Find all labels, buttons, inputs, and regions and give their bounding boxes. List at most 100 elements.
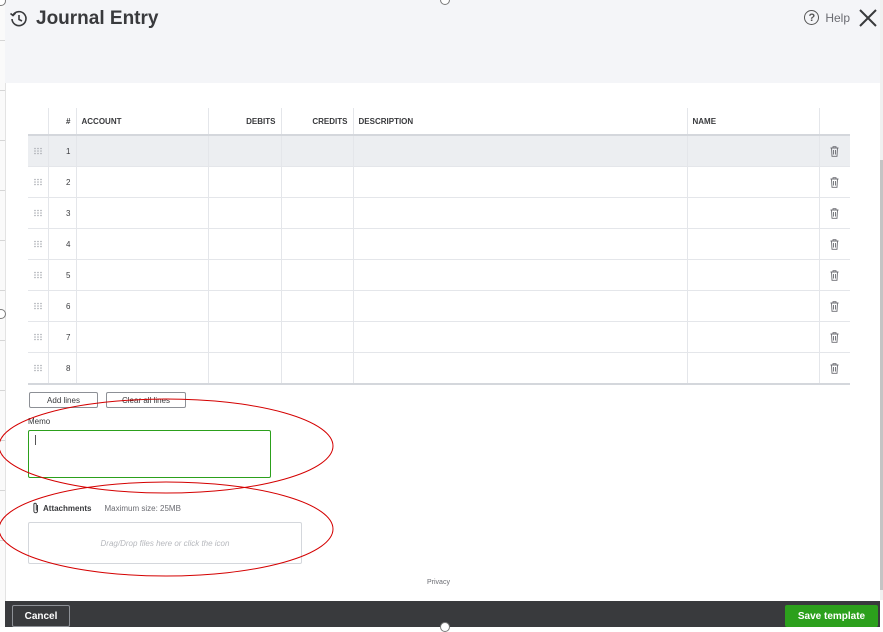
description-cell[interactable] [352, 259, 687, 291]
debits-cell[interactable] [207, 290, 281, 322]
attachments-max-size: Maximum size: 25MB [104, 503, 181, 513]
name-cell[interactable] [686, 321, 819, 353]
table-row[interactable]: 8 [28, 352, 850, 385]
drag-handle-icon[interactable] [33, 178, 43, 186]
memo-input[interactable] [28, 430, 271, 478]
debits-cell[interactable] [207, 321, 281, 353]
paperclip-icon[interactable] [32, 502, 40, 514]
debits-cell[interactable] [207, 352, 281, 385]
drag-handle-cell[interactable] [28, 197, 48, 229]
table-row[interactable]: 4 [28, 228, 850, 260]
save-template-button[interactable]: Save template [785, 605, 878, 627]
column-header-number: # [47, 108, 76, 136]
delete-cell[interactable] [818, 135, 850, 167]
delete-cell[interactable] [818, 321, 850, 353]
delete-cell[interactable] [818, 290, 850, 322]
delete-cell[interactable] [818, 197, 850, 229]
drag-handle-cell[interactable] [28, 135, 48, 167]
trash-icon[interactable] [830, 176, 839, 188]
trash-icon[interactable] [830, 269, 839, 281]
trash-icon[interactable] [830, 145, 839, 157]
delete-cell[interactable] [818, 166, 850, 198]
credits-cell[interactable] [280, 290, 353, 322]
credits-cell[interactable] [280, 321, 353, 353]
credits-cell[interactable] [280, 352, 353, 385]
drag-handle-icon[interactable] [33, 302, 43, 310]
history-clock-icon [10, 10, 27, 27]
help-button[interactable]: ? Help [804, 10, 850, 25]
trash-icon[interactable] [830, 300, 839, 312]
table-row[interactable]: 1 [28, 135, 850, 167]
credits-cell[interactable] [280, 166, 353, 198]
drag-handle-cell[interactable] [28, 290, 48, 322]
drag-handle-cell[interactable] [28, 228, 48, 260]
credits-cell[interactable] [280, 197, 353, 229]
description-cell[interactable] [352, 321, 687, 353]
column-header-name: NAME [686, 108, 819, 136]
drag-handle-icon[interactable] [33, 271, 43, 279]
delete-cell[interactable] [818, 228, 850, 260]
account-cell[interactable] [75, 135, 208, 167]
description-cell[interactable] [352, 166, 687, 198]
account-cell[interactable] [75, 197, 208, 229]
name-cell[interactable] [686, 135, 819, 167]
credits-cell[interactable] [280, 135, 353, 167]
name-cell[interactable] [686, 259, 819, 291]
attachments-dropzone[interactable]: Drag/Drop files here or click the icon [28, 522, 302, 564]
table-row[interactable]: 7 [28, 321, 850, 353]
table-row[interactable]: 5 [28, 259, 850, 291]
debits-cell[interactable] [207, 135, 281, 167]
credits-cell[interactable] [280, 228, 353, 260]
drag-handle-cell[interactable] [28, 166, 48, 198]
clear-all-lines-button[interactable]: Clear all lines [106, 392, 186, 408]
description-cell[interactable] [352, 290, 687, 322]
debits-cell[interactable] [207, 197, 281, 229]
debits-cell[interactable] [207, 228, 281, 260]
table-row[interactable]: 3 [28, 197, 850, 229]
drag-handle-icon[interactable] [33, 240, 43, 248]
debits-cell[interactable] [207, 259, 281, 291]
table-row[interactable]: 2 [28, 166, 850, 198]
trash-icon[interactable] [830, 331, 839, 343]
table-header-row: # ACCOUNT DEBITS CREDITS DESCRIPTION NAM… [28, 108, 850, 136]
drag-handle-icon[interactable] [33, 333, 43, 341]
drag-handle-icon[interactable] [33, 364, 43, 372]
account-cell[interactable] [75, 228, 208, 260]
resize-handle-bottom[interactable] [440, 622, 450, 632]
drag-handle-cell[interactable] [28, 321, 48, 353]
drag-column-header [28, 108, 48, 136]
trash-icon[interactable] [830, 238, 839, 250]
name-cell[interactable] [686, 352, 819, 385]
debits-cell[interactable] [207, 166, 281, 198]
account-cell[interactable] [75, 290, 208, 322]
description-cell[interactable] [352, 135, 687, 167]
drag-handle-icon[interactable] [33, 147, 43, 155]
drag-handle-cell[interactable] [28, 259, 48, 291]
page-title: Journal Entry [36, 8, 159, 29]
delete-cell[interactable] [818, 352, 850, 385]
trash-icon[interactable] [830, 207, 839, 219]
credits-cell[interactable] [280, 259, 353, 291]
description-cell[interactable] [352, 197, 687, 229]
close-x-icon[interactable] [857, 7, 879, 29]
name-cell[interactable] [686, 228, 819, 260]
cancel-button[interactable]: Cancel [12, 605, 70, 627]
privacy-link[interactable]: Privacy [427, 579, 450, 586]
name-cell[interactable] [686, 197, 819, 229]
delete-cell[interactable] [818, 259, 850, 291]
name-cell[interactable] [686, 166, 819, 198]
trash-icon[interactable] [830, 362, 839, 374]
description-cell[interactable] [352, 228, 687, 260]
drag-handle-icon[interactable] [33, 209, 43, 217]
add-lines-button[interactable]: Add lines [29, 392, 98, 408]
column-header-account: ACCOUNT [75, 108, 208, 136]
account-cell[interactable] [75, 166, 208, 198]
account-cell[interactable] [75, 259, 208, 291]
name-cell[interactable] [686, 290, 819, 322]
text-cursor [35, 435, 36, 445]
description-cell[interactable] [352, 352, 687, 385]
drag-handle-cell[interactable] [28, 352, 48, 385]
table-row[interactable]: 6 [28, 290, 850, 322]
account-cell[interactable] [75, 352, 208, 385]
account-cell[interactable] [75, 321, 208, 353]
